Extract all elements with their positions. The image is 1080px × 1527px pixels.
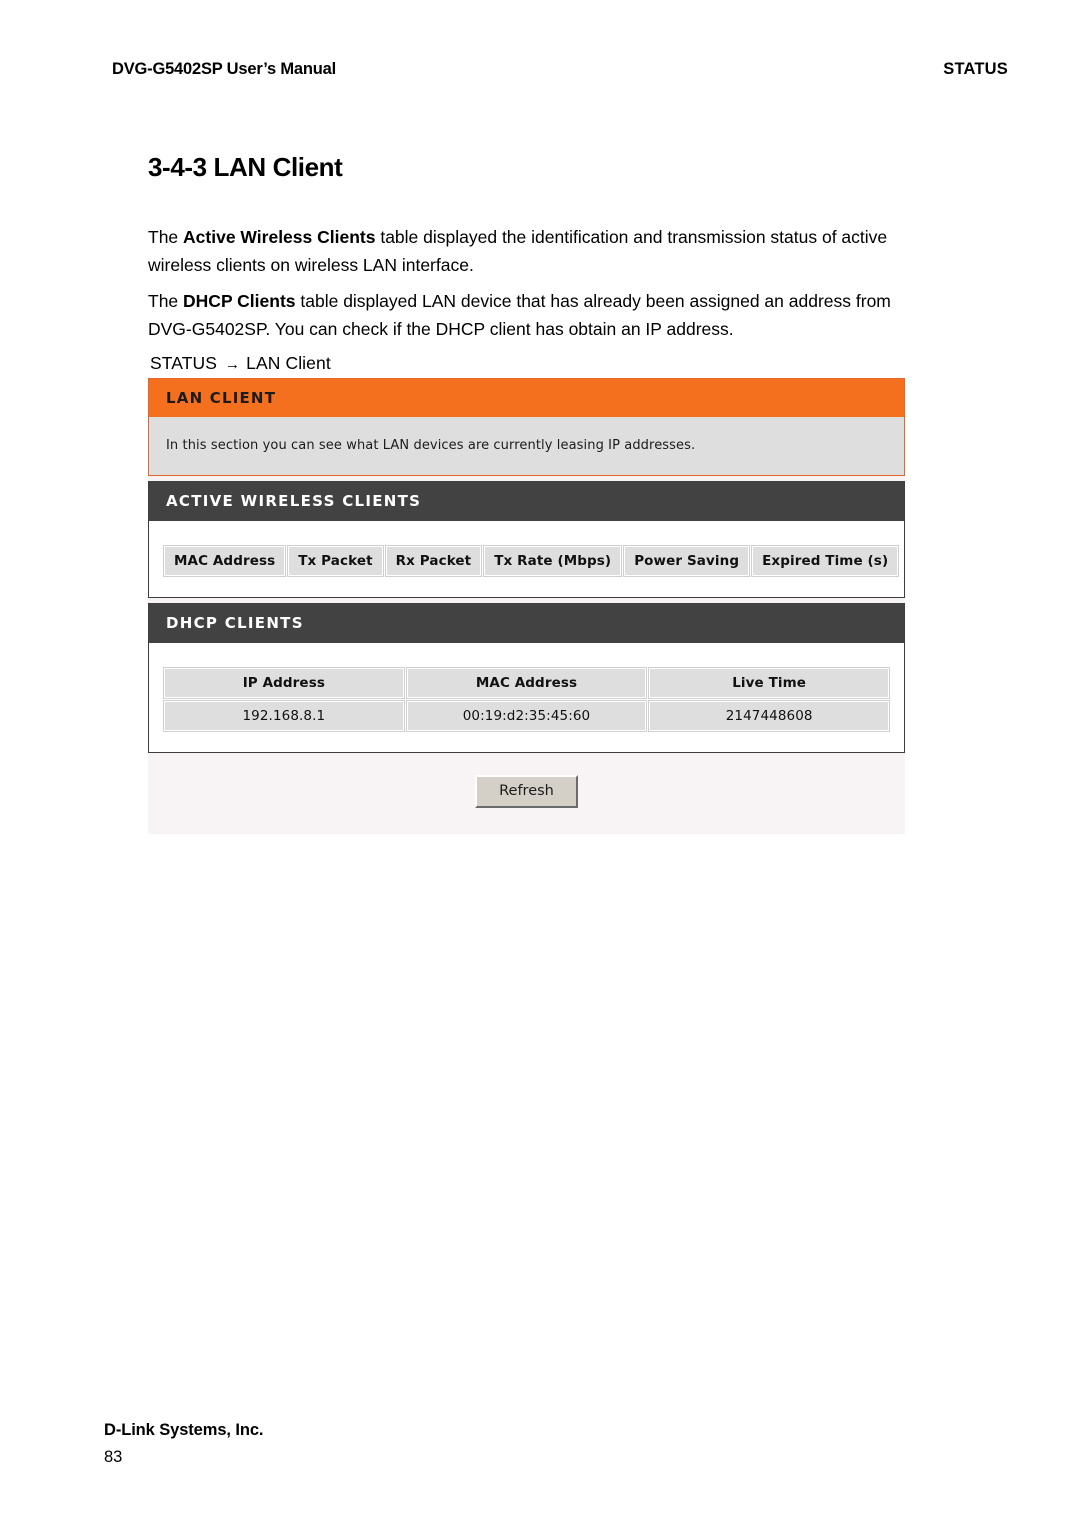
- footer-company-name: D-Link Systems, Inc.: [104, 1421, 264, 1439]
- breadcrumb-item-lan-client: LAN Client: [246, 353, 331, 373]
- column-header-rx-packet: Rx Packet: [384, 545, 483, 577]
- active-wireless-clients-table-body: MAC Address Tx Packet Rx Packet Tx Rate …: [162, 545, 900, 577]
- dhcp-clients-panel: DHCP CLIENTS IP Address MAC Address Live…: [148, 603, 905, 753]
- dhcp-clients-table-body: IP Address MAC Address Live Time 192.168…: [163, 667, 890, 732]
- active-wireless-clients-body: MAC Address Tx Packet Rx Packet Tx Rate …: [149, 521, 904, 597]
- paragraph-2-emphasis: DHCP Clients: [183, 290, 296, 311]
- cell-live-time: 2147448608: [648, 700, 890, 732]
- dhcp-clients-title: DHCP CLIENTS: [149, 603, 904, 643]
- paragraph-1-lead: The: [148, 226, 184, 247]
- table-header-row: IP Address MAC Address Live Time: [163, 667, 890, 699]
- router-ui-footer: Refresh: [148, 753, 905, 834]
- cell-mac-address: 00:19:d2:35:45:60: [405, 700, 648, 732]
- dhcp-clients-body: IP Address MAC Address Live Time 192.168…: [149, 643, 904, 752]
- lan-client-panel-description: In this section you can see what LAN dev…: [149, 417, 904, 475]
- column-header-ip-address: IP Address: [163, 667, 405, 699]
- cell-ip-address: 192.168.8.1: [163, 700, 405, 732]
- arrow-right-icon: →: [225, 356, 241, 373]
- active-wireless-clients-title: ACTIVE WIRELESS CLIENTS: [149, 481, 904, 521]
- router-web-ui-screenshot: LAN CLIENT In this section you can see w…: [148, 378, 905, 834]
- dhcp-clients-table: IP Address MAC Address Live Time 192.168…: [161, 665, 892, 734]
- lan-client-panel-title: LAN CLIENT: [149, 379, 904, 417]
- column-header-expired-time: Expired Time (s): [751, 545, 900, 577]
- table-header-row: MAC Address Tx Packet Rx Packet Tx Rate …: [162, 545, 900, 577]
- active-wireless-clients-table: MAC Address Tx Packet Rx Packet Tx Rate …: [161, 543, 901, 579]
- lan-client-panel: LAN CLIENT In this section you can see w…: [148, 378, 905, 476]
- breadcrumb: STATUS → LAN Client: [150, 353, 331, 374]
- running-head-section: STATUS: [943, 60, 1008, 78]
- column-header-mac-address: MAC Address: [405, 667, 648, 699]
- column-header-mac-address: MAC Address: [162, 545, 287, 577]
- paragraph-1-emphasis: Active Wireless Clients: [183, 226, 376, 247]
- page-header: DVG-G5402SP User’s Manual STATUS: [112, 60, 1008, 79]
- intro-paragraph-dhcp-clients: The DHCP Clients table displayed LAN dev…: [148, 287, 938, 343]
- page-title: 3-4-3 LAN Client: [148, 152, 343, 183]
- column-header-live-time: Live Time: [648, 667, 890, 699]
- refresh-button[interactable]: Refresh: [475, 775, 578, 808]
- column-header-power-saving: Power Saving: [623, 545, 751, 577]
- paragraph-2-lead: The: [148, 290, 184, 311]
- table-row: 192.168.8.1 00:19:d2:35:45:60 2147448608: [163, 700, 890, 732]
- column-header-tx-packet: Tx Packet: [287, 545, 384, 577]
- manual-title: DVG-G5402SP User’s Manual: [112, 60, 336, 78]
- column-header-tx-rate: Tx Rate (Mbps): [483, 545, 623, 577]
- intro-paragraph-active-wireless-clients: The Active Wireless Clients table displa…: [148, 223, 938, 279]
- breadcrumb-item-status: STATUS: [150, 353, 218, 373]
- active-wireless-clients-panel: ACTIVE WIRELESS CLIENTS MAC Address Tx P…: [148, 481, 905, 598]
- footer-page-number: 83: [104, 1448, 123, 1466]
